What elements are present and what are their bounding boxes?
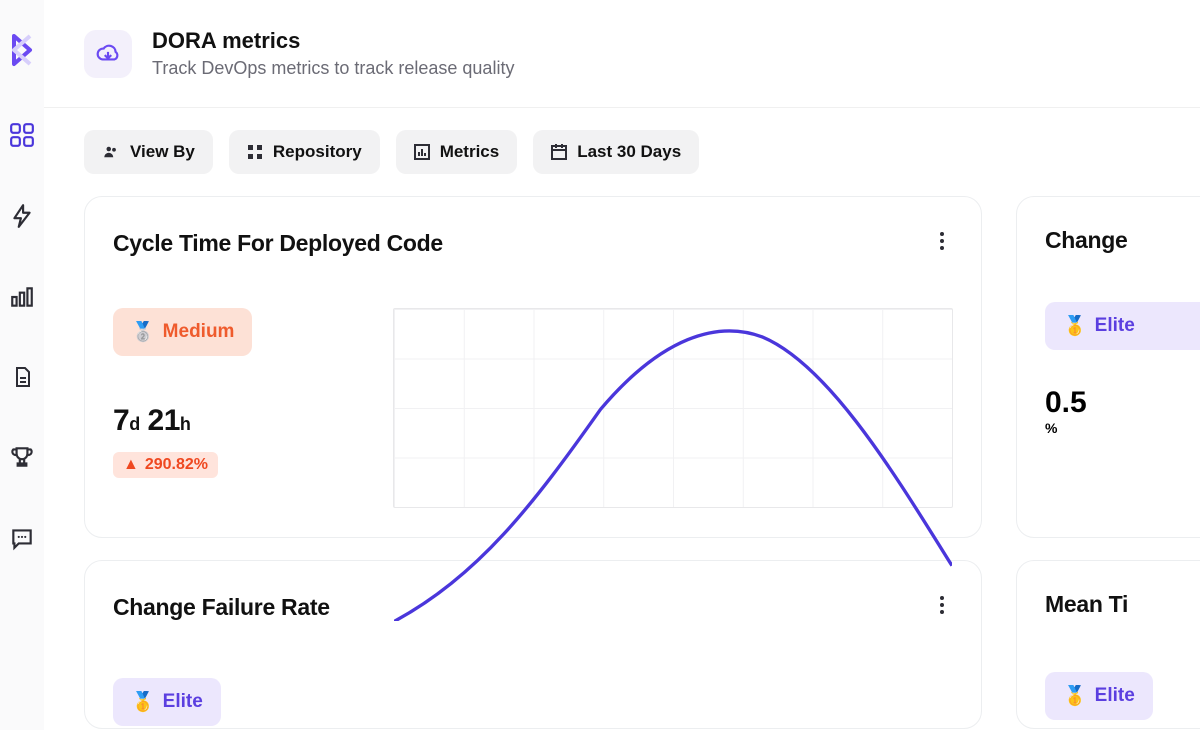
cycle-time-value: 7d 21h — [113, 404, 353, 438]
medal-icon: 🥇 — [1063, 314, 1087, 338]
chat-icon — [9, 525, 35, 551]
app-logo-icon — [0, 28, 44, 72]
mtr-card: Mean Ti 🥇 Elite — [1016, 560, 1200, 729]
badge-label: Elite — [1095, 315, 1135, 337]
nav-activity[interactable] — [9, 203, 35, 234]
cycle-time-menu[interactable] — [931, 227, 953, 260]
chart-icon — [414, 144, 430, 160]
date-range-filter[interactable]: Last 30 Days — [533, 130, 699, 174]
nav-dashboard[interactable] — [9, 122, 35, 153]
badge-label: Elite — [1095, 685, 1135, 707]
cycle-time-card: Cycle Time For Deployed Code 🥈 Medium 7d — [84, 196, 982, 538]
grid-icon — [9, 122, 35, 148]
mtr-title: Mean Ti — [1045, 591, 1128, 618]
medal-icon: 🥇 — [131, 690, 155, 714]
cycle-time-delta: ▲ 290.82% — [113, 452, 218, 478]
nav-trophy[interactable] — [9, 444, 35, 475]
medal-icon: 🥈 — [131, 320, 155, 344]
triangle-up-icon: ▲ — [123, 456, 139, 474]
nav-analytics[interactable] — [9, 284, 35, 315]
bolt-icon — [9, 203, 35, 229]
delta-value: 290.82% — [145, 456, 208, 474]
status-badge: 🥈 Medium — [113, 308, 252, 356]
failure-rate-title: Change Failure Rate — [113, 594, 330, 621]
sidebar — [0, 0, 44, 730]
status-badge: 🥇 Elite — [1045, 302, 1200, 350]
people-icon — [102, 143, 120, 161]
cycle-time-title: Cycle Time For Deployed Code — [113, 230, 443, 257]
document-icon — [10, 365, 34, 389]
bars-icon — [9, 284, 35, 310]
view-by-label: View By — [130, 142, 195, 162]
change-title: Change — [1045, 227, 1128, 254]
metrics-filter[interactable]: Metrics — [396, 130, 518, 174]
header-icon-tile — [84, 30, 132, 78]
page-subtitle: Track DevOps metrics to track release qu… — [152, 58, 514, 79]
calendar-icon — [551, 144, 567, 160]
badge-label: Elite — [163, 691, 203, 713]
repository-filter[interactable]: Repository — [229, 130, 380, 174]
main-content: DORA metrics Track DevOps metrics to tra… — [44, 0, 1200, 730]
change-value: 0.5 % — [1045, 386, 1087, 436]
page-title: DORA metrics — [152, 28, 514, 54]
date-range-label: Last 30 Days — [577, 142, 681, 162]
filter-toolbar: View By Repository Metrics Last 30 Days — [44, 108, 1200, 196]
view-by-filter[interactable]: View By — [84, 130, 213, 174]
status-badge: 🥇 Elite — [1045, 672, 1153, 720]
status-badge: 🥇 Elite — [113, 678, 221, 726]
kebab-icon — [939, 231, 945, 251]
metrics-label: Metrics — [440, 142, 500, 162]
cloud-download-icon — [95, 41, 121, 67]
trophy-icon — [9, 444, 35, 470]
nav-docs[interactable] — [10, 365, 34, 394]
badge-label: Medium — [163, 321, 235, 343]
grid-small-icon — [247, 144, 263, 160]
repository-label: Repository — [273, 142, 362, 162]
page-header: DORA metrics Track DevOps metrics to tra… — [44, 0, 1200, 108]
medal-icon: 🥇 — [1063, 684, 1087, 708]
cycle-time-chart — [393, 308, 953, 508]
line-chart — [394, 309, 952, 621]
change-card: Change 🥇 Elite 0.5 % — [1016, 196, 1200, 538]
nav-chat[interactable] — [9, 525, 35, 556]
